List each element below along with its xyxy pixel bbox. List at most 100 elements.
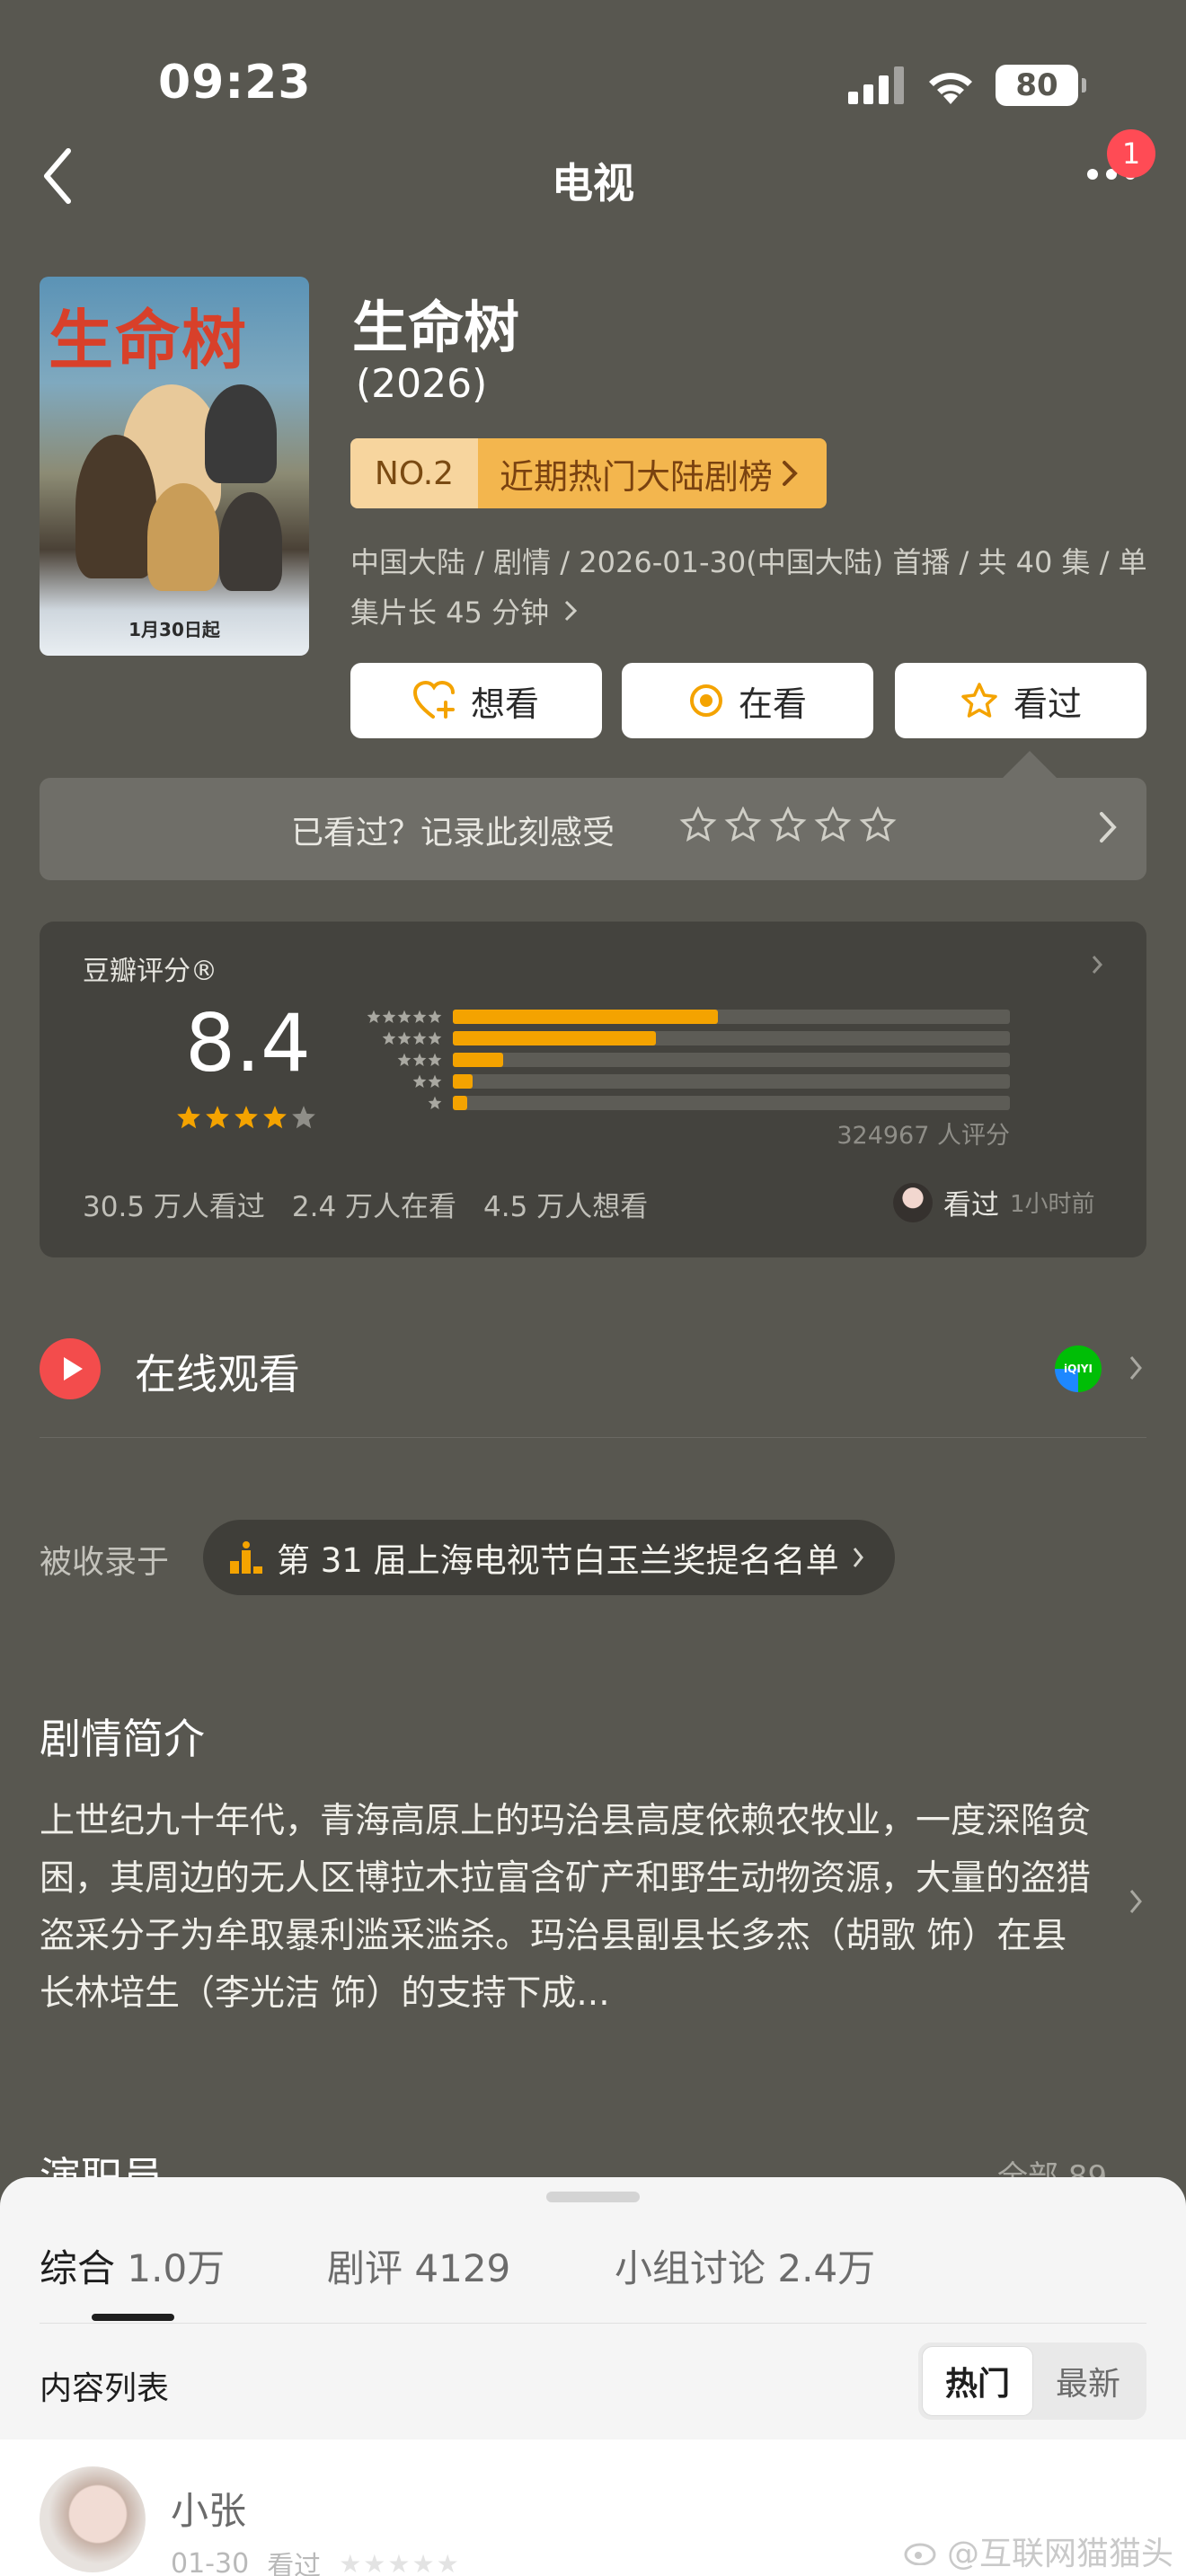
- mini-star-icon: [397, 1031, 412, 1045]
- page-title: 电视: [552, 159, 634, 207]
- rating-bar-track: [453, 1010, 1010, 1024]
- friend-activity[interactable]: 看过 1小时前: [893, 1182, 1095, 1222]
- rating-star-icon: [292, 1106, 315, 1129]
- show-meta[interactable]: 中国大陆 / 剧情 / 2026-01-30(中国大陆) 首播 / 共 40 集…: [350, 537, 1150, 638]
- sort-new-button[interactable]: 最新: [1033, 2346, 1143, 2416]
- content-list-label: 内容列表: [40, 2370, 170, 2407]
- star-outline-icon[interactable]: [769, 807, 807, 842]
- collected-list-pill[interactable]: 第 31 届上海电视节白玉兰奖提名名单: [203, 1520, 895, 1595]
- divider: [40, 2323, 1146, 2324]
- play-icon[interactable]: [40, 1338, 101, 1399]
- mini-star-icon: [428, 1096, 442, 1109]
- mini-star-icon: [382, 1010, 396, 1023]
- chevron-right-icon: [1092, 956, 1103, 974]
- tab-reviews[interactable]: 剧评 4129: [327, 2238, 510, 2293]
- synopsis-title: 剧情简介: [40, 1715, 205, 1763]
- rating-bar-stars: [341, 1096, 442, 1110]
- star-outline-icon[interactable]: [814, 807, 852, 842]
- watching-count: 2.4 万人在看: [291, 1191, 457, 1223]
- want-label: 想看: [470, 684, 539, 724]
- user-stars: ★★★★★: [339, 2548, 461, 2576]
- mini-star-icon: [428, 1053, 442, 1066]
- rating-bar-stars: [341, 1053, 442, 1067]
- rank-badge[interactable]: NO.2 近期热门大陆剧榜: [350, 438, 827, 508]
- platform-name: iQIYI: [1064, 1363, 1093, 1375]
- friend-avatar: [893, 1182, 933, 1222]
- rating-bar-track: [453, 1074, 1010, 1089]
- poster-title: 生命树: [49, 302, 249, 378]
- battery-indicator: 80: [996, 65, 1086, 106]
- iqiyi-logo-icon[interactable]: iQIYI: [1055, 1345, 1102, 1392]
- sheet-handle[interactable]: [546, 2192, 640, 2202]
- watermark: @互联网猫猫头: [904, 2527, 1173, 2574]
- show-year: (2026): [356, 361, 488, 407]
- friend-time: 1小时前: [1010, 1191, 1095, 1218]
- rating-bar-5-star: [341, 1010, 1010, 1024]
- tab-overall-count: 1.0万: [127, 2246, 226, 2290]
- heart-plus-icon: [412, 681, 455, 719]
- mini-star-icon: [382, 1031, 396, 1045]
- rate-pointer: [1003, 751, 1057, 778]
- rating-bar-track: [453, 1053, 1010, 1067]
- signal-icon: [848, 66, 904, 104]
- rating-bar-track: [453, 1031, 1010, 1045]
- want-count: 4.5 万人想看: [483, 1191, 649, 1223]
- star-outline-icon[interactable]: [859, 807, 897, 842]
- watching-button[interactable]: 在看: [622, 663, 873, 738]
- rate-stars[interactable]: [679, 807, 897, 842]
- user-action: 看过: [267, 2551, 322, 2576]
- score-stars: [176, 1105, 316, 1130]
- tab-overall[interactable]: 综合 1.0万: [40, 2238, 225, 2293]
- sort-toggle[interactable]: 热门 最新: [918, 2342, 1146, 2420]
- rating-bar-stars: [341, 1031, 442, 1045]
- star-outline-icon[interactable]: [679, 807, 717, 842]
- mini-star-icon: [367, 1010, 381, 1023]
- rank-number: NO.2: [350, 438, 478, 508]
- mini-star-icon: [428, 1031, 442, 1045]
- mini-star-icon: [428, 1010, 442, 1023]
- rating-bar-2-star: [341, 1074, 1010, 1089]
- notification-badge: 1: [1107, 129, 1155, 178]
- show-meta-text: 中国大陆 / 剧情 / 2026-01-30(中国大陆) 首播 / 共 40 集…: [350, 545, 1147, 630]
- synopsis-text[interactable]: 上世纪九十年代，青海高原上的玛治县高度依赖农牧业，一度深陷贫困，其周边的无人区博…: [40, 1793, 1100, 2023]
- watched-label: 看过: [1013, 684, 1082, 724]
- tab-underline: [92, 2314, 174, 2321]
- douban-rating-title: 豆瓣评分®: [83, 956, 217, 987]
- weibo-logo-icon: [904, 2543, 936, 2565]
- tab-reviews-count: 4129: [414, 2246, 511, 2290]
- user-name[interactable]: 小张: [171, 2481, 246, 2536]
- watched-button[interactable]: 看过: [895, 663, 1146, 738]
- chevron-right-icon: [1129, 1890, 1142, 1913]
- mini-star-icon: [397, 1053, 412, 1066]
- rank-list-name: 近期热门大陆剧榜: [500, 456, 774, 497]
- douban-score: 8.4: [185, 997, 311, 1090]
- user-date: 01-30: [171, 2547, 250, 2576]
- rating-bar-stars: [341, 1010, 442, 1024]
- rating-bar-3-star: [341, 1053, 1010, 1067]
- rating-bar-fill: [453, 1096, 467, 1110]
- friend-action: 看过: [943, 1189, 999, 1222]
- collected-label: 被收录于: [40, 1544, 170, 1581]
- rating-star-icon: [177, 1106, 200, 1129]
- chevron-right-icon: [853, 1548, 863, 1567]
- chevron-right-icon: [565, 600, 578, 622]
- rating-bar-1-star: [341, 1096, 1010, 1110]
- want-to-watch-button[interactable]: 想看: [350, 663, 602, 738]
- poster-image[interactable]: 生命树 1月30日起: [40, 277, 309, 656]
- watching-label: 在看: [738, 684, 807, 724]
- rating-bar-fill: [453, 1053, 503, 1067]
- rate-prompt-text: 已看过？记录此刻感受: [291, 815, 615, 851]
- online-watch-title[interactable]: 在线观看: [135, 1342, 300, 1401]
- rating-bar-fill: [453, 1074, 473, 1089]
- collected-list-name: 第 31 届上海电视节白玉兰奖提名名单: [277, 1541, 839, 1580]
- star-outline-icon[interactable]: [724, 807, 762, 842]
- mini-star-icon: [412, 1053, 427, 1066]
- chevron-right-icon: [1100, 812, 1117, 842]
- avatar[interactable]: [40, 2466, 146, 2572]
- sort-hot-button[interactable]: 热门: [922, 2346, 1033, 2416]
- status-time: 09:23: [158, 56, 312, 110]
- tab-group-discussion[interactable]: 小组讨论 2.4万: [615, 2238, 875, 2293]
- rating-bar-track: [453, 1096, 1010, 1110]
- chevron-right-icon: [783, 461, 798, 486]
- watching-icon: [689, 684, 722, 717]
